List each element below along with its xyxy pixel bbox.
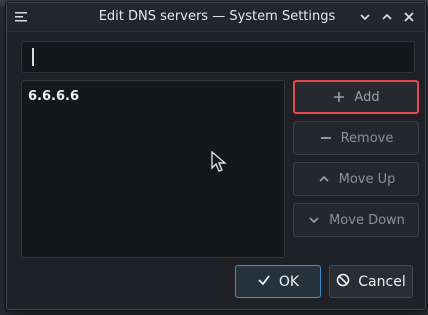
remove-button[interactable]: Remove (293, 121, 419, 155)
cancel-button[interactable]: Cancel (329, 265, 413, 298)
cancel-icon (336, 273, 350, 291)
minimize-icon[interactable] (357, 9, 373, 25)
window-menu-icon[interactable] (13, 9, 29, 25)
add-button[interactable]: Add (293, 80, 419, 114)
close-icon[interactable] (401, 9, 417, 25)
mouse-pointer-icon (210, 150, 228, 173)
dns-server-item[interactable]: 6.6.6.6 (28, 89, 79, 104)
dns-server-input[interactable] (21, 41, 415, 73)
minus-icon (319, 131, 333, 145)
text-caret (32, 48, 34, 66)
chevron-up-icon (317, 172, 331, 186)
cancel-label: Cancel (358, 273, 406, 290)
maximize-icon[interactable] (379, 9, 395, 25)
dns-dialog: Edit DNS servers — System Settings 6.6.6… (6, 2, 426, 310)
move-down-label: Move Down (329, 212, 405, 228)
titlebar: Edit DNS servers — System Settings (7, 3, 425, 32)
plus-icon (332, 90, 346, 104)
dns-server-list[interactable]: 6.6.6.6 (21, 80, 285, 258)
ok-button[interactable]: OK (235, 265, 321, 298)
move-up-label: Move Up (338, 171, 396, 187)
chevron-down-icon (307, 213, 321, 227)
check-icon (257, 273, 271, 291)
window-title: Edit DNS servers — System Settings (98, 9, 336, 24)
move-up-button[interactable]: Move Up (293, 162, 419, 196)
remove-label: Remove (340, 130, 394, 146)
add-label: Add (354, 89, 380, 105)
ok-label: OK (278, 273, 300, 290)
move-down-button[interactable]: Move Down (293, 203, 419, 237)
